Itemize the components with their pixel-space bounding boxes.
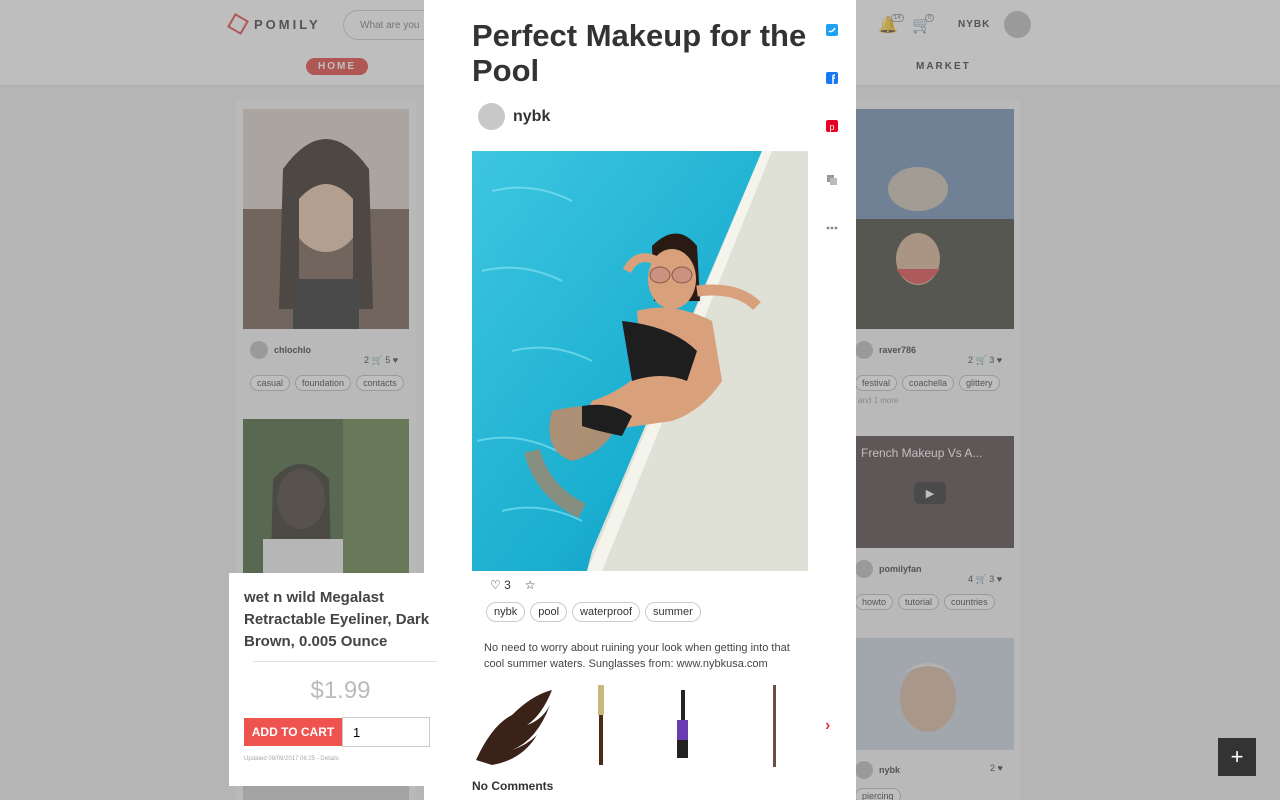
pinterest-icon[interactable]: p: [825, 119, 839, 133]
post-actions: ♡ 3 ☆: [490, 578, 536, 592]
product-thumbnail[interactable]: [598, 685, 604, 765]
like-button[interactable]: ♡ 3: [490, 578, 511, 592]
tag[interactable]: summer: [645, 602, 701, 622]
post-tags: nybk pool waterproof summer: [486, 602, 701, 622]
avatar: [478, 103, 505, 130]
more-icon[interactable]: [825, 221, 839, 235]
product-thumbnail[interactable]: [476, 690, 552, 765]
post-modal: Perfect Makeup for the Pool nybk p ♡ 3 ☆…: [424, 0, 856, 800]
post-photo[interactable]: [472, 151, 808, 571]
twitter-icon[interactable]: [825, 23, 839, 37]
copy-icon[interactable]: [825, 173, 839, 187]
tag[interactable]: pool: [530, 602, 568, 622]
add-post-button[interactable]: +: [1218, 738, 1256, 776]
product-price: $1.99: [310, 677, 371, 704]
author-name: nybk: [513, 107, 551, 125]
product-carousel: [476, 685, 776, 767]
product-thumbnail[interactable]: [677, 690, 688, 758]
post-description: No need to worry about ruining your look…: [484, 642, 790, 670]
svg-text:p: p: [830, 122, 835, 132]
facebook-icon[interactable]: [825, 71, 839, 85]
comments-heading: No Comments: [472, 779, 554, 793]
star-icon[interactable]: ☆: [525, 578, 536, 592]
chevron-right-icon[interactable]: ›: [825, 717, 830, 735]
quantity-input[interactable]: [342, 717, 430, 747]
tag[interactable]: nybk: [486, 602, 526, 622]
tag[interactable]: waterproof: [572, 602, 641, 622]
post-title: Perfect Makeup for the Pool: [472, 18, 807, 88]
post-author[interactable]: nybk: [478, 103, 550, 130]
product-title[interactable]: wet n wild Megalast Retractable Eyeliner…: [244, 587, 444, 653]
add-to-cart-button[interactable]: ADD TO CART: [244, 718, 342, 746]
product-meta[interactable]: Updated 08/09/2017 06:25 - Details: [244, 756, 339, 762]
product-popup: wet n wild Megalast Retractable Eyeliner…: [229, 573, 452, 786]
like-count: 3: [504, 578, 511, 592]
product-thumbnail[interactable]: [773, 685, 776, 767]
divider: [253, 661, 437, 662]
